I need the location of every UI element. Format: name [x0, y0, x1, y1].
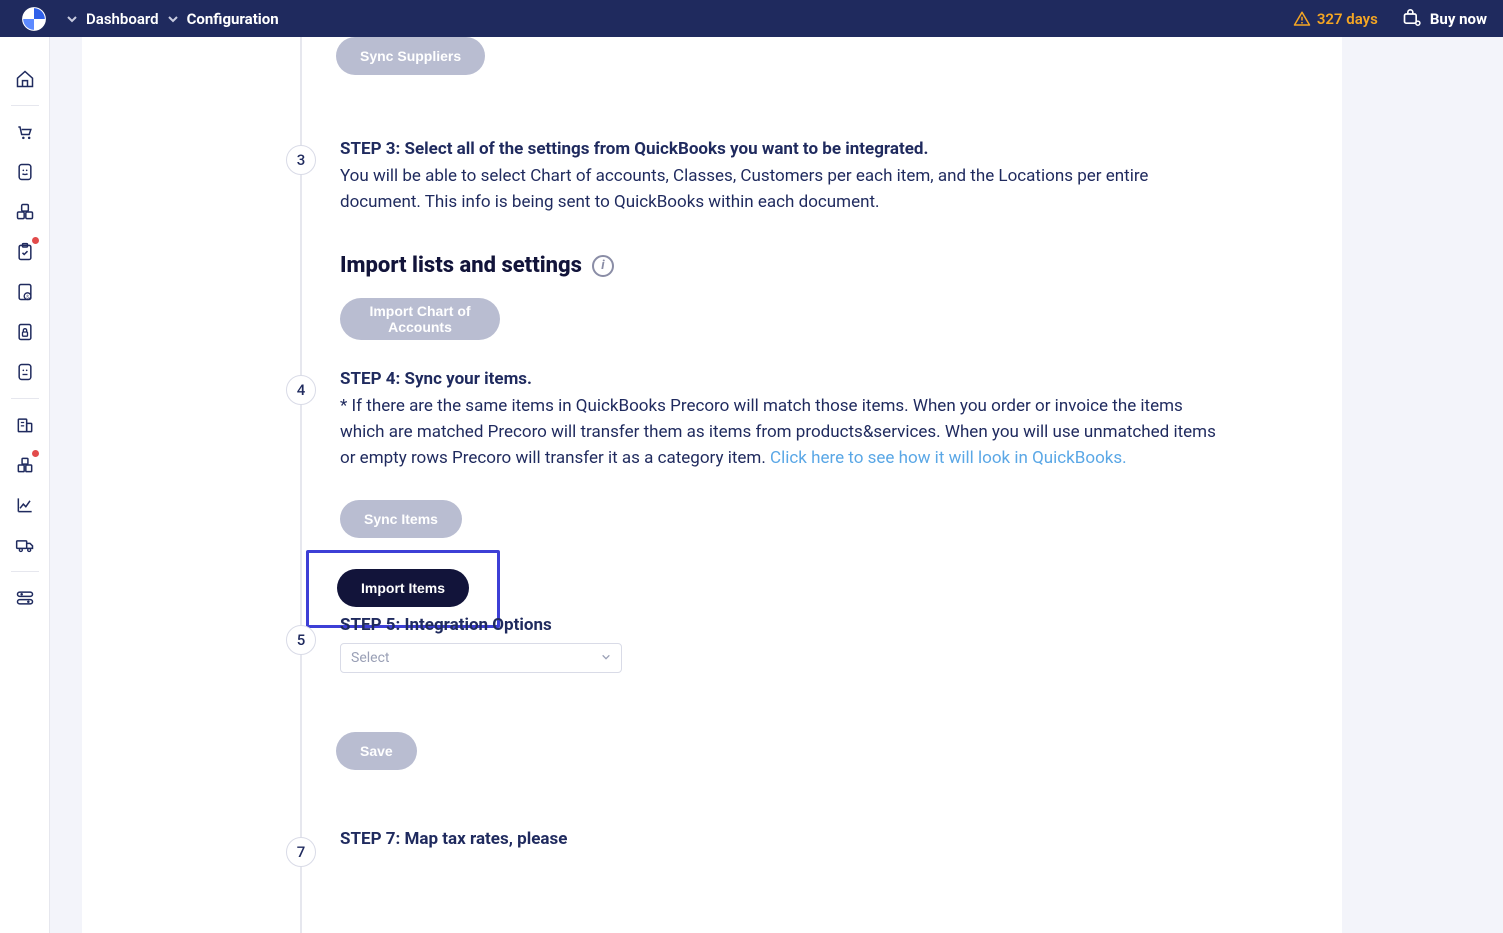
truck-icon — [15, 535, 35, 555]
sync-suppliers-button[interactable]: Sync Suppliers — [336, 37, 485, 75]
nav-settings[interactable] — [9, 578, 41, 618]
step-badge-7: 7 — [286, 837, 316, 867]
document-face-icon — [15, 362, 35, 382]
step-3-title: STEP 3: Select all of the settings from … — [340, 137, 1220, 163]
step-badge-4: 4 — [286, 375, 316, 405]
precoro-logo-icon — [21, 6, 47, 32]
nav-home[interactable] — [9, 59, 41, 99]
import-lists-heading: Import lists and settings i — [340, 253, 1220, 278]
trial-days-label: 327 days — [1317, 10, 1378, 28]
chevron-down-icon[interactable] — [64, 11, 80, 27]
nav-approvals[interactable] — [9, 192, 41, 232]
quickbooks-preview-link[interactable]: Click here to see how it will look in Qu… — [770, 448, 1127, 468]
nav-shipping[interactable] — [9, 525, 41, 565]
step-4: STEP 4: Sync your items. * If there are … — [340, 367, 1220, 628]
trial-days-remaining[interactable]: 327 days — [1293, 10, 1378, 28]
top-bar: Dashboard Configuration 327 days Buy now — [0, 0, 1503, 37]
toggles-icon — [15, 588, 35, 608]
step-4-description: * If there are the same items in QuickBo… — [340, 393, 1220, 472]
breadcrumb-dashboard[interactable]: Dashboard — [86, 10, 159, 28]
boxes-icon — [15, 202, 35, 222]
buy-now-button[interactable]: Buy now — [1402, 9, 1487, 29]
step-7: STEP 7: Map tax rates, please — [340, 827, 1220, 853]
content-card: Sync Suppliers 3 STEP 3: Select all of t… — [82, 37, 1342, 933]
cart-hand-icon — [15, 122, 35, 142]
import-items-button[interactable]: Import Items — [337, 569, 469, 607]
notification-dot-icon — [32, 450, 39, 457]
nav-receipts[interactable]: $ — [9, 272, 41, 312]
step-4-title: STEP 4: Sync your items. — [340, 367, 1220, 393]
integration-options-select[interactable]: Select — [340, 643, 622, 673]
step-badge-5: 5 — [286, 625, 316, 655]
import-chart-of-accounts-button[interactable]: Import Chart of Accounts — [340, 298, 500, 340]
clipboard-check-icon — [15, 242, 35, 262]
warning-icon — [1293, 10, 1311, 28]
chart-line-icon — [15, 495, 35, 515]
breadcrumb: Dashboard Configuration — [64, 10, 279, 28]
nav-reports[interactable] — [9, 485, 41, 525]
integration-options-placeholder: Select — [351, 650, 389, 666]
import-lists-heading-label: Import lists and settings — [340, 253, 582, 278]
app-logo[interactable] — [16, 6, 52, 32]
document-money-icon: $ — [15, 282, 35, 302]
step-3: STEP 3: Select all of the settings from … — [340, 137, 1220, 340]
sidebar: $ — [0, 37, 50, 933]
page: Sync Suppliers 3 STEP 3: Select all of t… — [50, 37, 1503, 933]
cart-icon — [1402, 9, 1422, 29]
home-icon — [15, 69, 35, 89]
nav-expenses[interactable] — [9, 352, 41, 392]
nav-purchase-requests[interactable] — [9, 112, 41, 152]
step-badge-3: 3 — [286, 145, 316, 175]
notification-dot-icon — [32, 237, 39, 244]
step-5-title: STEP 5: Integration Options — [340, 613, 1220, 639]
step-3-description: You will be able to select Chart of acco… — [340, 163, 1220, 216]
step-5: STEP 5: Integration Options Select — [340, 613, 1220, 673]
breadcrumb-configuration[interactable]: Configuration — [187, 10, 279, 28]
invoice-smile-icon — [15, 162, 35, 182]
chevron-down-icon — [601, 650, 611, 666]
packages-icon — [15, 455, 35, 475]
nav-suppliers[interactable] — [9, 405, 41, 445]
nav-locked[interactable] — [9, 312, 41, 352]
nav-orders[interactable] — [9, 232, 41, 272]
building-icon — [15, 415, 35, 435]
lock-document-icon — [15, 322, 35, 342]
buy-now-label: Buy now — [1430, 10, 1487, 28]
save-button[interactable]: Save — [336, 732, 417, 770]
info-icon[interactable]: i — [592, 255, 614, 277]
nav-invoices[interactable] — [9, 152, 41, 192]
chevron-down-icon[interactable] — [165, 11, 181, 27]
nav-inventory[interactable] — [9, 445, 41, 485]
step-7-title: STEP 7: Map tax rates, please — [340, 827, 1220, 853]
sync-items-button[interactable]: Sync Items — [340, 500, 462, 538]
